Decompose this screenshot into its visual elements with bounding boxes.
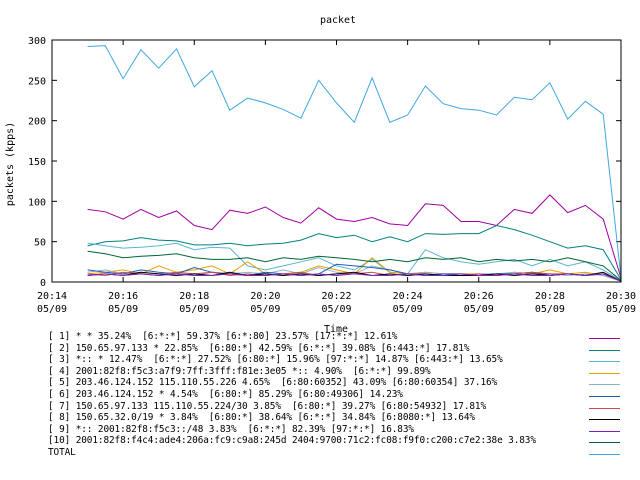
x-tick-label-time: 20:28 (535, 291, 565, 302)
x-tick-label-time: 20:22 (321, 291, 351, 302)
series-line-11 (87, 45, 622, 279)
legend-label: [ 9] *:: 2001:82f8:f5c3::/48 3.83% [6:*:… (48, 423, 414, 435)
legend-swatch (589, 338, 620, 339)
y-tick-label: 0 (40, 278, 46, 289)
y-tick-label: 50 (34, 238, 46, 249)
legend-label: [ 7] 150.65.97.133 115.110.55.224/30 3.8… (48, 400, 486, 412)
legend-label: [ 8] 150.65.32.0/19 * 3.84% [6:80:*] 38.… (48, 412, 475, 424)
x-tick-label-time: 20:20 (250, 291, 280, 302)
legend-swatch (589, 407, 620, 409)
y-tick-label: 300 (28, 36, 46, 47)
legend-swatch (589, 442, 620, 444)
legend-label: [ 3] *:: * 12.47% [6:*:*] 27.52% [6:80:*… (48, 354, 503, 366)
y-tick-label: 150 (28, 157, 46, 168)
y-tick-label: 250 (28, 76, 46, 87)
legend-label: [ 4] 2001:82f8:f5c3:a7f9:7ff:3fff:f81e:3… (48, 365, 431, 377)
legend-label: TOTAL (48, 446, 76, 458)
legend-label: [ 1] * * 35.24% [6:*:*] 59.37% [6:*:80] … (48, 331, 398, 342)
x-tick-label-time: 20:16 (108, 291, 138, 302)
x-tick-label-date: 05/09 (606, 304, 636, 315)
x-tick-label-time: 20:30 (606, 291, 636, 302)
legend-item: TOTAL (0, 446, 640, 460)
legend-swatch (589, 419, 620, 421)
legend-swatch (589, 361, 620, 363)
legend-swatch (589, 453, 620, 455)
chart-title: packet (320, 15, 356, 26)
y-tick-label: 200 (28, 117, 46, 128)
legend-swatch (589, 372, 620, 374)
legend-label: [10] 2001:82f8:f4c4:ade4:206a:fc9:c9a8:2… (48, 435, 536, 447)
x-tick-label-date: 05/09 (108, 304, 138, 315)
legend-swatch (589, 384, 620, 386)
plot-frame (51, 39, 622, 283)
y-tick-label: 100 (28, 197, 46, 208)
x-tick-label-date: 05/09 (464, 304, 494, 315)
legend-swatch (589, 395, 620, 397)
legend-label: [ 6] 203.46.124.152 * 4.54% [6:80:*] 85.… (48, 388, 403, 400)
x-tick-label-time: 20:24 (393, 291, 423, 302)
x-tick-label-date: 05/09 (393, 304, 423, 315)
y-axis-label: packets (kpps) (5, 122, 16, 206)
legend-item: [10] 2001:82f8:f4c4:ade4:206a:fc9:c9a8:2… (0, 435, 640, 448)
legend: [ 1] * * 35.24% [6:*:*] 59.37% [6:*:80] … (0, 331, 640, 460)
x-tick-label-date: 05/09 (535, 304, 565, 315)
x-tick-label-date: 05/09 (321, 304, 351, 315)
legend-swatch (589, 430, 620, 432)
x-tick-label-time: 20:26 (464, 291, 494, 302)
x-tick-label-time: 20:18 (179, 291, 209, 302)
legend-swatch (589, 349, 620, 351)
x-tick-label-date: 05/09 (250, 304, 280, 315)
series-lines (87, 45, 622, 282)
x-tick-label-time: 20:14 (37, 291, 67, 302)
legend-label: [ 5] 203.46.124.152 115.110.55.226 4.65%… (48, 377, 498, 389)
x-tick-label-date: 05/09 (179, 304, 209, 315)
legend-label: [ 2] 150.65.97.133 * 22.85% [6:80:*] 42.… (48, 342, 470, 354)
x-tick-label-date: 05/09 (37, 304, 67, 315)
